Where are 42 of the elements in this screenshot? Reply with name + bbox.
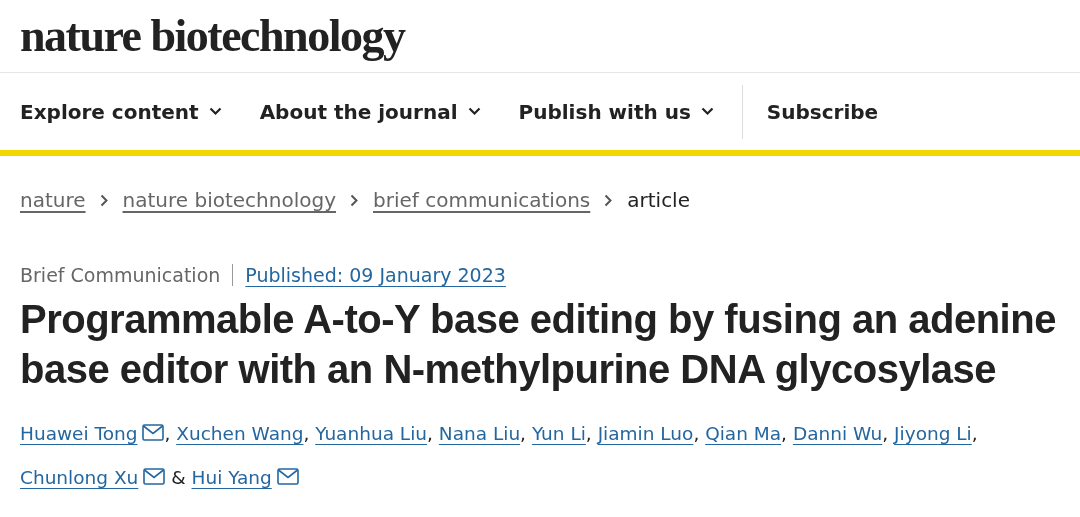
article-type: Brief Communication (20, 264, 234, 286)
mail-icon[interactable] (142, 424, 165, 441)
author-link[interactable]: Yuanhua Liu (315, 423, 428, 444)
nav-menu-button[interactable]: Explore content (20, 99, 222, 124)
chevron-down-icon (467, 107, 481, 116)
author-link[interactable]: Xuchen Wang (176, 423, 304, 444)
separator-text: , (427, 423, 433, 444)
chevron-down-icon (700, 107, 714, 116)
separator-text: , (693, 423, 700, 444)
separator-text: , (882, 423, 889, 444)
author-link[interactable]: Qian Ma (705, 423, 782, 444)
author-link[interactable]: Yun Li (531, 423, 586, 444)
separator-text: & (170, 467, 186, 488)
separator-text: , (781, 423, 787, 444)
published-date-link[interactable]: Published: 09 January 2023 (245, 264, 506, 286)
breadcrumb-current: article (627, 188, 690, 212)
chevron-right-icon (604, 193, 614, 207)
author-link[interactable]: Jiyong Li (894, 423, 972, 444)
author-link[interactable]: Hui Yang (191, 467, 272, 488)
author-link[interactable]: Danni Wu (792, 423, 883, 444)
breadcrumb-link[interactable]: brief communications (373, 188, 591, 212)
nav-menu-button[interactable]: Publish with us (518, 99, 714, 124)
separator-text: , (520, 423, 526, 444)
breadcrumb-link[interactable]: nature (20, 188, 86, 212)
subscribe-link[interactable]: Subscribe (766, 99, 879, 124)
article-title: Programmable A-to-Y base editing by fusing an adenine base editor with an N-methylpurine DNA glycosylase (20, 296, 1057, 393)
separator-text: , (971, 423, 978, 444)
mail-icon[interactable] (143, 468, 166, 485)
mail-icon[interactable] (276, 468, 299, 485)
chevron-right-icon (99, 193, 109, 207)
chevron-down-icon (208, 107, 222, 116)
separator-text: , (164, 423, 171, 444)
separator-text: , (303, 423, 310, 444)
site-logo[interactable]: nature biotechnology (20, 13, 405, 59)
author-link[interactable]: Chunlong Xu (20, 467, 139, 488)
separator-text: , (585, 423, 592, 444)
breadcrumb-link[interactable]: nature biotechnology (122, 188, 336, 212)
chevron-right-icon (350, 193, 359, 207)
nav-menu-button[interactable]: About the journal (259, 99, 481, 124)
author-link[interactable]: Huawei Tong (20, 423, 138, 444)
author-link[interactable]: Jiamin Luo (597, 423, 694, 444)
author-link[interactable]: Nana Liu (438, 423, 521, 444)
